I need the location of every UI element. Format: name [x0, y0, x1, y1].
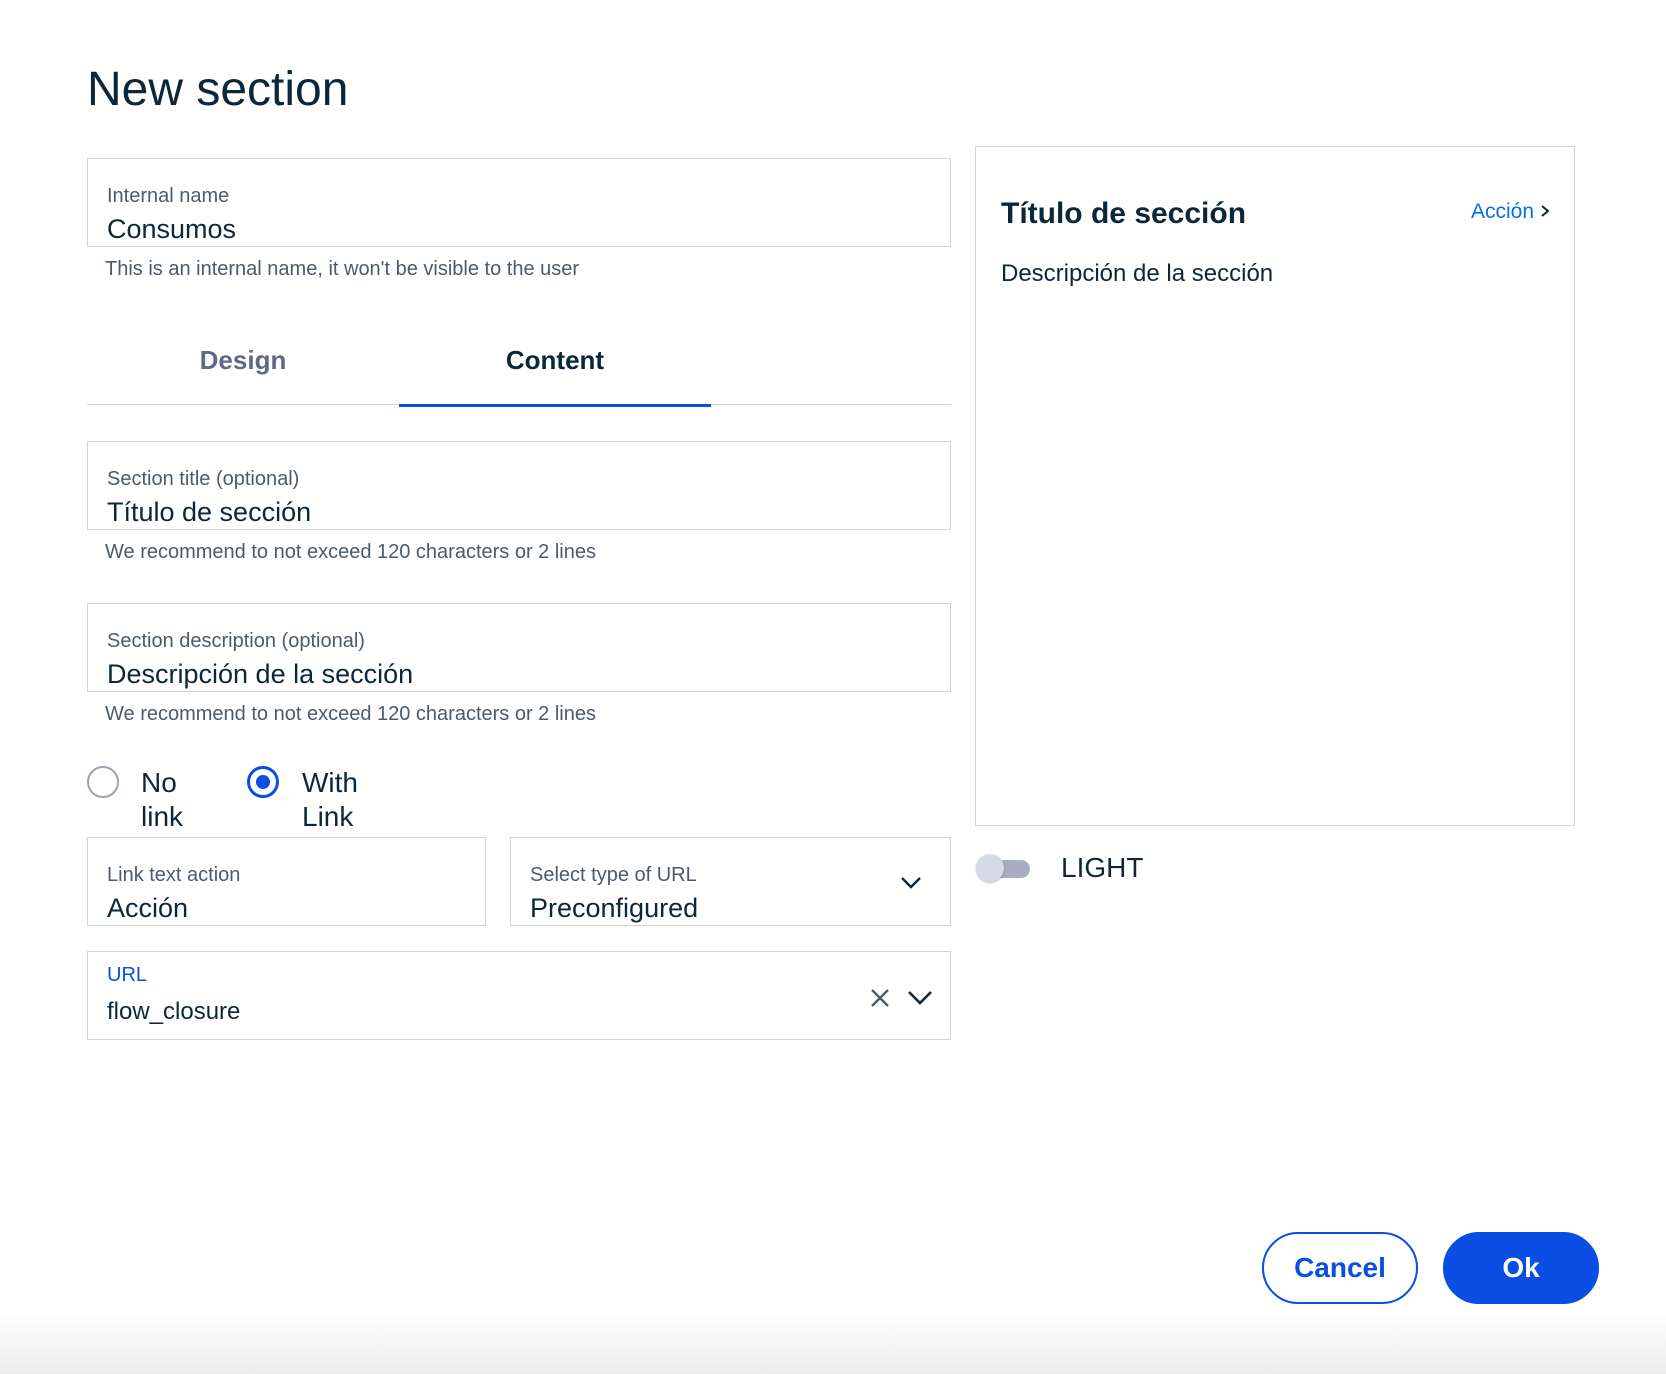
preview-action-link[interactable]: Acción	[1471, 200, 1550, 224]
section-title-field[interactable]: Section title (optional) Título de secci…	[87, 441, 951, 530]
ok-button[interactable]: Ok	[1443, 1232, 1599, 1304]
tab-content[interactable]: Content	[399, 316, 711, 407]
url-type-value: Preconfigured	[530, 893, 699, 923]
url-value: flow_closure	[107, 998, 241, 1025]
clear-icon[interactable]	[869, 987, 891, 1009]
section-description-helper: We recommend to not exceed 120 character…	[105, 703, 596, 725]
section-description-label: Section description (optional)	[107, 630, 365, 652]
theme-toggle-label: LIGHT	[1061, 852, 1144, 883]
url-label: URL	[107, 964, 148, 986]
toggle-knob	[976, 854, 1004, 882]
url-field[interactable]: URL flow_closure	[87, 951, 951, 1040]
cancel-button[interactable]: Cancel	[1262, 1232, 1418, 1304]
url-type-select[interactable]: Select type of URL Preconfigured	[510, 837, 951, 926]
internal-name-label: Internal name	[107, 185, 230, 207]
preview-action-label: Acción	[1470, 200, 1534, 223]
bottom-shadow	[0, 1310, 1666, 1374]
preview-description: Descripción de la sección	[1001, 260, 1274, 287]
link-text-value: Acción	[107, 893, 189, 923]
preview-title: Título de sección	[1001, 197, 1247, 230]
chevron-down-icon[interactable]	[899, 874, 923, 890]
internal-name-field[interactable]: Internal name Consumos	[87, 158, 951, 247]
section-description-value: Descripción de la sección	[107, 659, 414, 689]
link-text-label: Link text action	[107, 864, 241, 886]
internal-name-helper: This is an internal name, it won't be vi…	[105, 258, 580, 280]
section-preview: Título de sección Acción Descripción de …	[975, 146, 1575, 826]
no-link-label[interactable]: No link	[141, 766, 183, 834]
chevron-right-icon	[1540, 200, 1550, 224]
tab-bar: Design Content	[87, 316, 951, 407]
theme-toggle[interactable]	[976, 853, 1032, 883]
url-type-label: Select type of URL	[530, 864, 697, 886]
section-title-label: Section title (optional)	[107, 468, 300, 490]
with-link-radio[interactable]	[247, 766, 279, 798]
section-description-field[interactable]: Section description (optional) Descripci…	[87, 603, 951, 692]
tab-design[interactable]: Design	[87, 316, 399, 405]
internal-name-value: Consumos	[107, 214, 237, 244]
link-text-field[interactable]: Link text action Acción	[87, 837, 486, 926]
dialog-title: New section	[87, 63, 349, 116]
with-link-label[interactable]: With Link	[302, 766, 358, 834]
section-title-helper: We recommend to not exceed 120 character…	[105, 541, 596, 563]
no-link-radio[interactable]	[87, 766, 119, 798]
chevron-down-icon[interactable]	[906, 988, 934, 1006]
section-title-value: Título de sección	[107, 497, 312, 527]
